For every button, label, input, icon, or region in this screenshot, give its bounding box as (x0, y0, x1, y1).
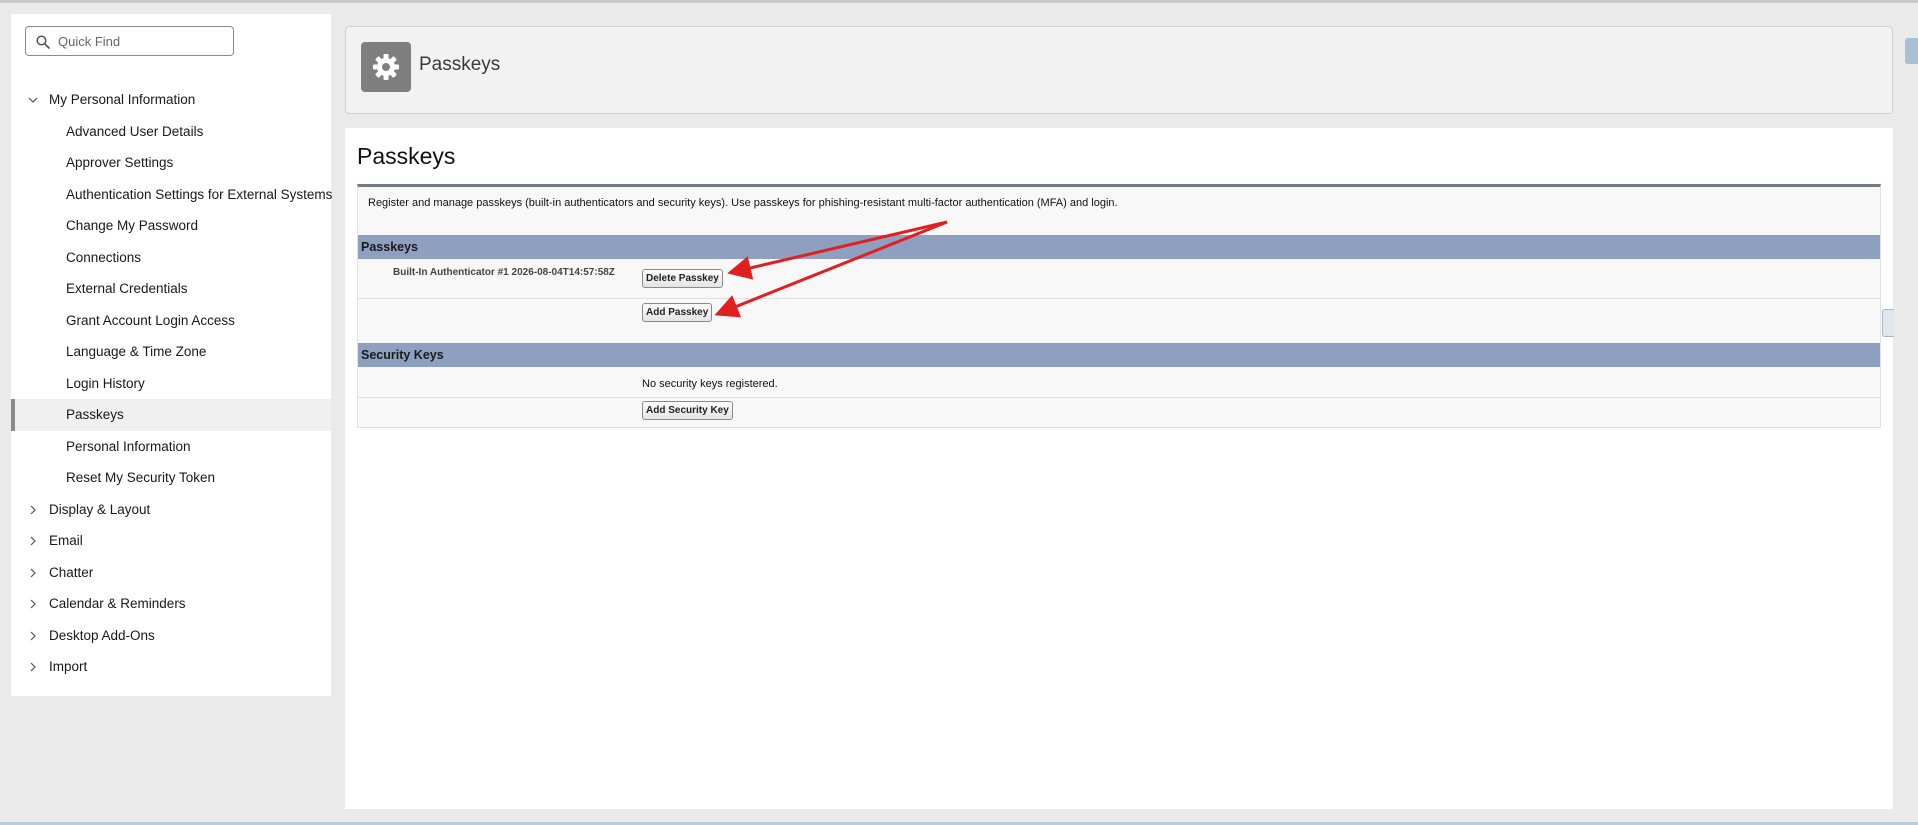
row-divider (358, 298, 1880, 299)
sidebar-item-label: Advanced User Details (66, 123, 204, 139)
sidebar-item-label: Passkeys (66, 407, 124, 422)
chevron-down-icon (28, 97, 38, 103)
header-title: Passkeys (419, 54, 501, 75)
sidebar-item-label: Change My Password (66, 218, 199, 233)
passkeys-panel: Register and manage passkeys (built-in a… (357, 184, 1894, 428)
sidebar-item-label: Grant Account Login Access (66, 312, 235, 328)
sidebar-item-my-personal-information[interactable]: My Personal Information (11, 84, 331, 116)
sidebar-item-external-credentials[interactable]: External Credentials (11, 273, 331, 305)
add-passkey-button[interactable]: Add Passkey (642, 303, 713, 322)
chevron-right-icon (30, 536, 36, 546)
sidebar-item-reset-my-security-token[interactable]: Reset My Security Token (11, 462, 331, 494)
sidebar-item-label: Import (49, 659, 88, 674)
passkeys-section-header: Passkeys (358, 235, 1880, 259)
quick-find-box[interactable] (25, 26, 234, 56)
sidebar-nav: My Personal Information Advanced User De… (11, 84, 333, 683)
setup-header-icon (361, 42, 411, 92)
sidebar-item-label: Chatter (49, 564, 94, 580)
sidebar-item-label: Display & Layout (49, 501, 151, 517)
sidebar-item-authentication-settings[interactable]: Authentication Settings for External Sys… (11, 179, 333, 211)
sidebar-item-change-my-password[interactable]: Change My Password (11, 210, 331, 242)
sidebar-item-display-layout[interactable]: Display & Layout (11, 494, 331, 526)
sidebar-item-label: Calendar & Reminders (49, 596, 186, 611)
add-security-key-button[interactable]: Add Security Key (642, 401, 733, 420)
sidebar-item-advanced-user-details[interactable]: Advanced User Details (11, 116, 331, 148)
sidebar-item-desktop-add-ons[interactable]: Desktop Add-Ons (11, 620, 331, 652)
chevron-right-icon (30, 662, 36, 672)
sidebar-item-label: Personal Information (66, 438, 191, 454)
row-divider (358, 397, 1880, 398)
chevron-right-icon (30, 631, 36, 640)
chevron-right-icon (30, 505, 36, 514)
page-description: Register and manage passkeys (built-in a… (368, 197, 1118, 209)
no-security-keys-text: No security keys registered. (642, 378, 778, 390)
sidebar-item-label: Login History (66, 375, 145, 391)
sidebar-item-label: Reset My Security Token (66, 470, 216, 485)
delete-passkey-button[interactable]: Delete Passkey (642, 269, 723, 288)
sidebar-item-chatter[interactable]: Chatter (11, 557, 331, 589)
setup-sidebar: My Personal Information Advanced User De… (11, 14, 333, 696)
page-header: Passkeys (345, 26, 1893, 114)
sidebar-item-label: Approver Settings (66, 155, 174, 170)
sidebar-item-language-time-zone[interactable]: Language & Time Zone (11, 336, 331, 368)
window-top-border (0, 0, 1918, 3)
sidebar-item-label: My Personal Information (49, 92, 196, 107)
chevron-right-icon (30, 568, 36, 577)
sidebar-item-login-history[interactable]: Login History (11, 368, 331, 400)
sidebar-item-approver-settings[interactable]: Approver Settings (11, 147, 331, 179)
sidebar-item-personal-information[interactable]: Personal Information (11, 431, 331, 463)
sidebar-item-email[interactable]: Email (11, 525, 331, 557)
sidebar-item-import[interactable]: Import (11, 651, 331, 683)
gear-icon (373, 54, 399, 80)
sidebar-item-label: Connections (66, 249, 142, 265)
sidebar-item-label: Email (49, 533, 83, 548)
sidebar-item-passkeys[interactable]: Passkeys (11, 399, 331, 431)
sidebar-item-label: External Credentials (66, 281, 188, 296)
panel-side-tab[interactable] (1882, 309, 1894, 337)
sidebar-item-label: Desktop Add-Ons (49, 627, 155, 643)
passkey-entry-label: Built-In Authenticator #1 2026-08-04T14:… (393, 267, 615, 278)
sidebar-item-calendar-reminders[interactable]: Calendar & Reminders (11, 588, 331, 620)
chevron-right-icon (30, 599, 36, 609)
security-keys-section-header: Security Keys (358, 343, 1880, 367)
quick-find-input[interactable] (58, 31, 226, 51)
collapse-panel-tab[interactable] (1905, 38, 1918, 64)
page-title: Passkeys (357, 143, 456, 169)
main-content: Passkeys Register and manage passkeys (b… (345, 128, 1894, 809)
sidebar-item-connections[interactable]: Connections (11, 242, 331, 274)
sidebar-item-label: Language & Time Zone (66, 344, 207, 359)
search-icon (36, 35, 50, 49)
sidebar-item-label: Authentication Settings for External Sys… (66, 186, 333, 202)
sidebar-item-grant-account-login-access[interactable]: Grant Account Login Access (11, 305, 331, 337)
